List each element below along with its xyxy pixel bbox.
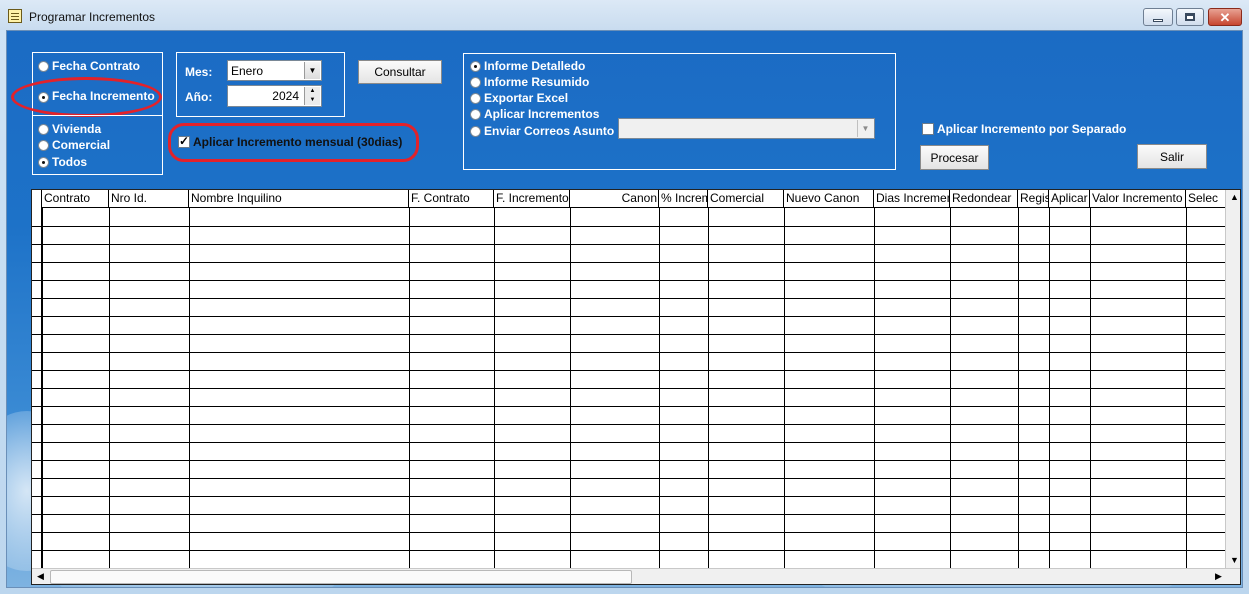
column-header[interactable]: Nro Id. xyxy=(109,190,189,208)
increments-grid[interactable]: Contrato Nro Id. Nombre Inquilino F. Con… xyxy=(31,189,1241,585)
scroll-right-icon[interactable]: ▶ xyxy=(1215,572,1222,581)
aplicar-incrementos-label: Aplicar Incrementos xyxy=(484,107,600,121)
horizontal-scroll-thumb[interactable] xyxy=(50,570,632,584)
anio-spinner[interactable]: 2024 ▲ ▼ xyxy=(227,85,322,107)
column-header[interactable]: Selec xyxy=(1186,190,1225,208)
scroll-up-icon[interactable]: ▲ xyxy=(1230,193,1239,202)
form-area: Fecha Contrato Fecha Incremento Vivienda… xyxy=(6,30,1243,588)
enviar-correos-label: Enviar Correos Asunto xyxy=(484,124,615,138)
mes-value: Enero xyxy=(231,64,264,78)
column-header[interactable]: % Incremento xyxy=(659,190,708,208)
radio-enviar-correos[interactable] xyxy=(470,126,481,137)
column-header[interactable]: Contrato xyxy=(42,190,109,208)
column-header[interactable]: Valor Incremento xyxy=(1090,190,1186,208)
highlight-outline xyxy=(168,123,419,162)
radio-vivienda[interactable] xyxy=(38,124,49,135)
highlight-circle xyxy=(11,77,162,117)
column-header[interactable]: Redondear xyxy=(950,190,1018,208)
vivienda-label: Vivienda xyxy=(52,122,102,136)
horizontal-scrollbar[interactable]: ◀ ▶ xyxy=(32,568,1240,584)
mes-select[interactable]: Enero ▼ xyxy=(227,60,322,81)
document-icon xyxy=(8,9,22,23)
separate-increment-label: Aplicar Incremento por Separado xyxy=(937,122,1127,136)
procesar-button[interactable]: Procesar xyxy=(920,145,989,170)
radio-comercial[interactable] xyxy=(38,140,49,151)
radio-exportar-excel[interactable] xyxy=(470,93,481,104)
asunto-select[interactable]: ▼ xyxy=(618,118,875,139)
grid-lines xyxy=(32,208,1225,568)
fecha-contrato-label: Fecha Contrato xyxy=(52,59,141,73)
window-title: Programar Incrementos xyxy=(29,10,156,24)
radio-fecha-contrato[interactable] xyxy=(38,61,49,72)
minimize-button[interactable] xyxy=(1143,8,1173,26)
chevron-down-icon[interactable]: ▼ xyxy=(857,120,873,137)
radio-informe-detallado[interactable] xyxy=(470,61,481,72)
close-icon: ✕ xyxy=(1219,9,1231,25)
spin-up-icon[interactable]: ▲ xyxy=(304,87,320,96)
title-bar: Programar Incrementos ✕ xyxy=(0,0,1249,30)
anio-value: 2024 xyxy=(272,89,299,103)
column-header[interactable]: F. Incremento xyxy=(494,190,570,208)
anio-label: Año: xyxy=(185,90,213,104)
comercial-label: Comercial xyxy=(52,138,111,152)
column-header[interactable]: Nombre Inquilino xyxy=(189,190,409,208)
radio-aplicar-incrementos[interactable] xyxy=(470,109,481,120)
scroll-down-icon[interactable]: ▼ xyxy=(1230,556,1239,565)
grid-header: Contrato Nro Id. Nombre Inquilino F. Con… xyxy=(32,190,1240,208)
chevron-down-icon[interactable]: ▼ xyxy=(304,62,320,79)
exportar-excel-label: Exportar Excel xyxy=(484,91,569,105)
spin-down-icon[interactable]: ▼ xyxy=(304,96,320,105)
maximize-icon xyxy=(1185,13,1195,21)
mes-label: Mes: xyxy=(185,65,213,79)
maximize-button[interactable] xyxy=(1176,8,1204,26)
row-selector-column[interactable] xyxy=(32,190,42,568)
column-header[interactable]: Registro xyxy=(1018,190,1049,208)
scroll-left-icon[interactable]: ◀ xyxy=(37,572,44,581)
informe-detallado-label: Informe Detalledo xyxy=(484,59,586,73)
consultar-button[interactable]: Consultar xyxy=(358,60,442,84)
informe-resumido-label: Informe Resumido xyxy=(484,75,590,89)
vertical-scrollbar[interactable]: ▲ ▼ xyxy=(1225,190,1240,568)
column-header[interactable]: F. Contrato xyxy=(409,190,494,208)
separate-increment-checkbox[interactable] xyxy=(922,123,934,135)
minimize-icon xyxy=(1153,18,1163,22)
radio-todos[interactable] xyxy=(38,157,49,168)
column-header[interactable]: Dias Incremento xyxy=(874,190,950,208)
column-header[interactable]: Comercial xyxy=(708,190,784,208)
radio-informe-resumido[interactable] xyxy=(470,77,481,88)
column-header[interactable]: Canon xyxy=(570,190,659,208)
column-header[interactable]: Aplicar xyxy=(1049,190,1090,208)
column-header[interactable]: Nuevo Canon xyxy=(784,190,874,208)
todos-label: Todos xyxy=(52,155,88,169)
close-button[interactable]: ✕ xyxy=(1208,8,1242,26)
salir-button[interactable]: Salir xyxy=(1137,144,1207,169)
